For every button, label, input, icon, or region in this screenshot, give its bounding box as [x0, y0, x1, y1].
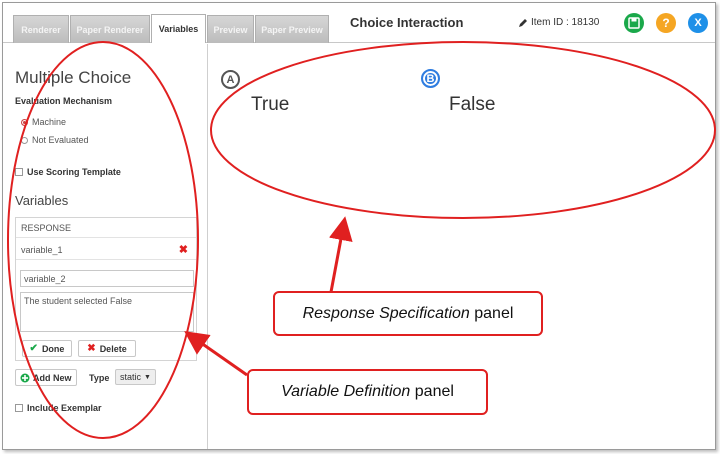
page-title: Choice Interaction — [350, 15, 464, 30]
list-item-label: variable_1 — [21, 244, 63, 255]
radio-not-evaluated[interactable]: Not Evaluated — [21, 135, 89, 145]
radio-button[interactable] — [21, 136, 28, 144]
callout-italic-text: Response Specification — [302, 304, 470, 322]
include-exemplar-option[interactable]: Include Exemplar — [15, 403, 102, 413]
delete-button[interactable]: ✖ Delete — [78, 340, 136, 357]
choice-a-text[interactable]: True — [251, 94, 289, 116]
tab-paper-renderer[interactable]: Paper Renderer — [70, 15, 150, 43]
variable-1-row[interactable]: variable_1 ✖ — [16, 240, 196, 260]
list-item-label: RESPONSE — [21, 222, 72, 233]
check-icon: ✔ — [29, 343, 38, 354]
delete-button-label: Delete — [99, 343, 127, 354]
delete-variable-icon[interactable]: ✖ — [179, 243, 188, 256]
save-button[interactable] — [624, 13, 644, 33]
evaluation-mechanism-label: Evaluation Mechanism — [15, 96, 113, 106]
variable-definition-panel: Multiple Choice Evaluation Mechanism Mac… — [3, 44, 208, 449]
variable-description-input[interactable]: The student selected False — [20, 292, 194, 332]
delete-icon: ✖ — [87, 343, 96, 354]
variable-name-input[interactable]: variable_2 — [20, 270, 194, 287]
choice-letter: B — [426, 72, 435, 85]
variable-definition-callout: Variable Definition panel — [247, 369, 488, 415]
callout-text: panel — [410, 383, 454, 400]
checkbox-label: Include Exemplar — [27, 403, 102, 413]
plus-circle-icon — [20, 373, 30, 382]
use-scoring-template-option[interactable]: Use Scoring Template — [15, 167, 121, 177]
choice-a-badge[interactable]: A — [221, 70, 240, 89]
response-variable-row[interactable]: RESPONSE — [16, 218, 196, 238]
variable-description-value: The student selected False — [24, 296, 133, 306]
tab-paper-preview[interactable]: Paper Preview — [255, 15, 329, 43]
add-new-label: Add New — [33, 372, 72, 383]
callout-italic-text: Variable Definition — [281, 383, 411, 400]
item-id-label: Item ID : 18130 — [518, 17, 599, 28]
done-button-label: Done — [41, 343, 65, 354]
tab-renderer[interactable]: Renderer — [13, 15, 69, 43]
pencil-icon — [519, 18, 527, 27]
radio-machine[interactable]: Machine — [21, 117, 66, 127]
radio-label: Machine — [32, 117, 67, 127]
variables-heading: Variables — [15, 193, 69, 208]
radio-button[interactable] — [21, 118, 28, 126]
help-button[interactable]: ? — [656, 13, 676, 33]
type-select-value: static — [120, 372, 142, 382]
done-button[interactable]: ✔ Done — [22, 340, 72, 357]
variables-list: RESPONSE variable_1 ✖ variable_2 The stu… — [15, 217, 197, 361]
close-icon: X — [694, 17, 702, 29]
checkbox[interactable] — [15, 404, 23, 412]
radio-label: Not Evaluated — [32, 135, 89, 145]
tab-variables[interactable]: Variables — [151, 14, 206, 43]
choice-b-text[interactable]: False — [449, 94, 495, 116]
help-icon: ? — [662, 16, 670, 30]
tab-preview[interactable]: Preview — [207, 15, 254, 43]
item-id-text: Item ID : 18130 — [531, 17, 600, 28]
checkbox-label: Use Scoring Template — [27, 167, 121, 177]
choice-b-badge[interactable]: B — [421, 69, 440, 88]
callout-text: panel — [469, 304, 514, 322]
type-select[interactable]: static ▼ — [115, 369, 156, 385]
variable-name-value: variable_2 — [24, 273, 66, 284]
save-icon — [628, 17, 640, 29]
tab-bar: Renderer Paper Renderer Variables Previe… — [3, 3, 715, 43]
chevron-down-icon: ▼ — [144, 373, 151, 381]
choice-letter: A — [226, 73, 235, 86]
checkbox[interactable] — [15, 168, 23, 176]
response-specification-callout: Response Specification panel — [273, 291, 543, 336]
close-button[interactable]: X — [688, 13, 708, 33]
interaction-type-title: Multiple Choice — [15, 68, 132, 87]
add-new-button[interactable]: Add New — [15, 369, 77, 386]
type-label: Type — [89, 373, 110, 383]
